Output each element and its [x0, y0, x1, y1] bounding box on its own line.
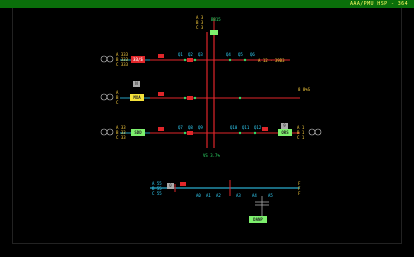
bus-label-r1-3: Q4: [226, 52, 231, 57]
bus-label-bot-1: A1: [206, 193, 211, 198]
bus-label-r3-2: Q9: [198, 125, 203, 130]
breaker-bottom[interactable]: [180, 182, 186, 186]
breaker-r3-c[interactable]: [262, 127, 268, 131]
bus-label-r1-1: Q2: [188, 52, 193, 57]
bus-label-r3-4: Q11: [242, 125, 250, 130]
top-label-c: C 3: [196, 25, 204, 30]
bus-label-r1-2: Q3: [198, 52, 203, 57]
bus-label-bot-3: A3: [236, 193, 241, 198]
bus-label-r1-4: Q5: [238, 52, 243, 57]
bus-label-r3-0: Q7: [178, 125, 183, 130]
feeder-5[interactable]: DANP: [249, 216, 267, 223]
left-tag-r2c: C: [116, 100, 119, 105]
breaker-r3-a[interactable]: [158, 127, 164, 131]
right-tag-r3c: C 1: [297, 135, 305, 140]
bus-label-r3-1: Q8: [188, 125, 193, 130]
mark-1[interactable]: N: [133, 81, 140, 87]
breaker-r2-a[interactable]: [158, 92, 164, 96]
bus-label-bot-2: A2: [216, 193, 221, 198]
mark-3[interactable]: 0: [167, 183, 174, 189]
feeder-2[interactable]: MXA: [130, 94, 144, 101]
bus-label-r3-3: Q10: [230, 125, 238, 130]
right-tag-r2: 8 8%S: [298, 87, 311, 92]
breaker-r3-b[interactable]: [187, 131, 193, 135]
mark-2[interactable]: 9: [281, 123, 288, 129]
left-tag-r3c: C 33: [116, 135, 126, 140]
single-line-diagram: [100, 18, 322, 218]
feeder-3[interactable]: SDD: [131, 129, 145, 136]
top-tag: ВВ15: [211, 17, 221, 22]
bus-label-r3-5: Q12: [254, 125, 262, 130]
bus-label-r1-0: Q1: [178, 52, 183, 57]
bus-label-bot-4: A4: [252, 193, 257, 198]
feeder-1[interactable]: 33/S: [131, 56, 145, 63]
bus-label-r1-5: Q6: [250, 52, 255, 57]
bus-label-bot-0: A0: [196, 193, 201, 198]
bus-label-bot-5: A5: [268, 193, 273, 198]
left-tag-r4c: C 55: [152, 191, 162, 196]
breaker-r1-b[interactable]: [187, 58, 193, 62]
feeder-4[interactable]: ORS: [278, 129, 292, 136]
right-tag-r1: A 12 · 39B3: [258, 58, 285, 63]
breaker-r1-a[interactable]: [158, 54, 164, 58]
left-tag-r1c: C 333: [116, 62, 129, 67]
right-tag-r4c: F: [298, 191, 301, 196]
breaker-r2-b[interactable]: [187, 96, 193, 100]
center-label: VS 3.7%: [203, 153, 220, 158]
